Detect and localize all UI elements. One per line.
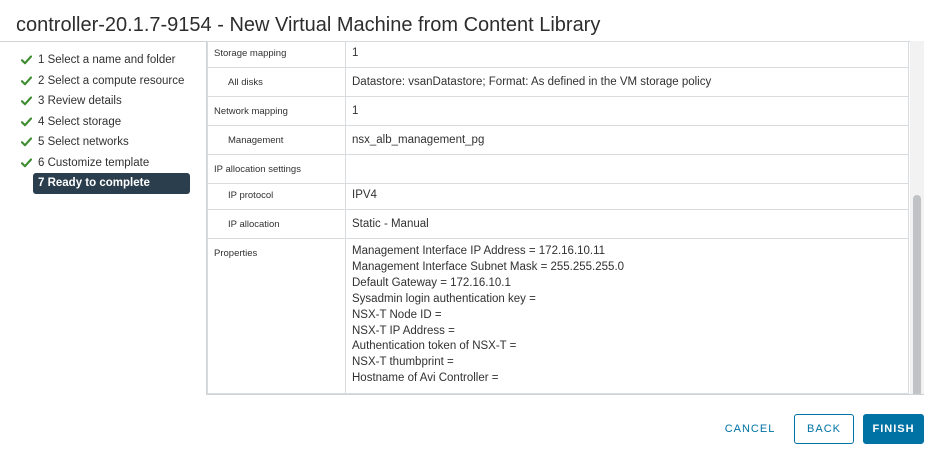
summary-table: Storage mapping 1 All disks Datastore: v… — [207, 41, 909, 394]
row-label: IP allocation — [207, 209, 346, 239]
row-label: All disks — [207, 67, 346, 97]
step-customize-template[interactable]: 6 Customize template — [20, 153, 192, 174]
cancel-button[interactable]: CANCEL — [718, 414, 782, 444]
row-label: Storage mapping — [207, 41, 346, 68]
property-line: Default Gateway = 172.16.10.1 — [352, 276, 511, 289]
step-label: 5 Select networks — [38, 136, 129, 149]
step-label: 6 Customize template — [38, 156, 150, 169]
finish-button[interactable]: FINISH — [863, 414, 924, 444]
table-row-properties: Properties Management Interface IP Addre… — [207, 237, 909, 394]
row-label: Properties — [207, 237, 346, 394]
row-value: 1 — [345, 41, 909, 68]
check-icon — [20, 156, 33, 169]
step-label: 3 Review details — [38, 95, 122, 108]
row-label: IP allocation settings — [207, 154, 346, 184]
check-icon — [20, 115, 33, 128]
row-value: IPV4 — [345, 183, 909, 210]
row-label: Management — [207, 125, 346, 155]
row-value — [345, 154, 909, 184]
check-icon — [20, 74, 33, 87]
property-line: Authentication token of NSX-T = — [352, 340, 517, 353]
step-label: 4 Select storage — [38, 115, 122, 128]
wizard-steps: 1 Select a name and folder 2 Select a co… — [20, 50, 192, 194]
step-select-storage[interactable]: 4 Select storage — [20, 112, 192, 133]
step-select-name-folder[interactable]: 1 Select a name and folder — [20, 50, 192, 71]
summary-panel: Storage mapping 1 All disks Datastore: v… — [206, 41, 924, 395]
property-line: NSX-T thumbprint = — [352, 356, 454, 369]
check-icon — [20, 136, 33, 149]
property-line: Hostname of Avi Controller = — [352, 372, 499, 385]
dialog-title: controller-20.1.7-9154 - New Virtual Mac… — [16, 14, 601, 36]
property-line: Sysadmin login authentication key = — [352, 292, 536, 305]
table-row: Storage mapping 1 — [207, 41, 909, 68]
property-line: NSX-T IP Address = — [352, 324, 455, 337]
table-row: All disks Datastore: vsanDatastore; Form… — [207, 67, 909, 97]
table-row: Network mapping 1 — [207, 96, 909, 126]
step-review-details[interactable]: 3 Review details — [20, 91, 192, 112]
step-select-networks[interactable]: 5 Select networks — [20, 132, 192, 153]
property-line: NSX-T Node ID = — [352, 308, 442, 321]
properties-values: Management Interface IP Address = 172.16… — [345, 237, 909, 394]
step-select-compute-resource[interactable]: 2 Select a compute resource — [20, 71, 192, 92]
row-value: nsx_alb_management_pg — [345, 125, 909, 155]
property-line: Management Interface Subnet Mask = 255.2… — [352, 260, 625, 273]
row-value: 1 — [345, 96, 909, 126]
back-button[interactable]: BACK — [794, 414, 854, 444]
table-row: IP allocation settings — [207, 154, 909, 184]
table-row: IP allocation Static - Manual — [207, 209, 909, 239]
step-label: 7 Ready to complete — [38, 177, 150, 190]
check-icon — [20, 54, 33, 67]
property-line: Management Interface IP Address = 172.16… — [352, 245, 606, 257]
row-value: Datastore: vsanDatastore; Format: As def… — [345, 67, 909, 97]
scrollbar-thumb[interactable] — [913, 195, 921, 394]
vertical-scrollbar[interactable] — [910, 41, 924, 394]
step-ready-to-complete[interactable]: 7 Ready to complete — [33, 173, 190, 194]
table-row: IP protocol IPV4 — [207, 183, 909, 210]
row-label: IP protocol — [207, 183, 346, 210]
check-icon — [20, 95, 33, 108]
row-label: Network mapping — [207, 96, 346, 126]
row-value: Static - Manual — [345, 209, 909, 239]
step-label: 1 Select a name and folder — [38, 54, 176, 67]
table-row: Management nsx_alb_management_pg — [207, 125, 909, 155]
step-label: 2 Select a compute resource — [38, 74, 185, 87]
